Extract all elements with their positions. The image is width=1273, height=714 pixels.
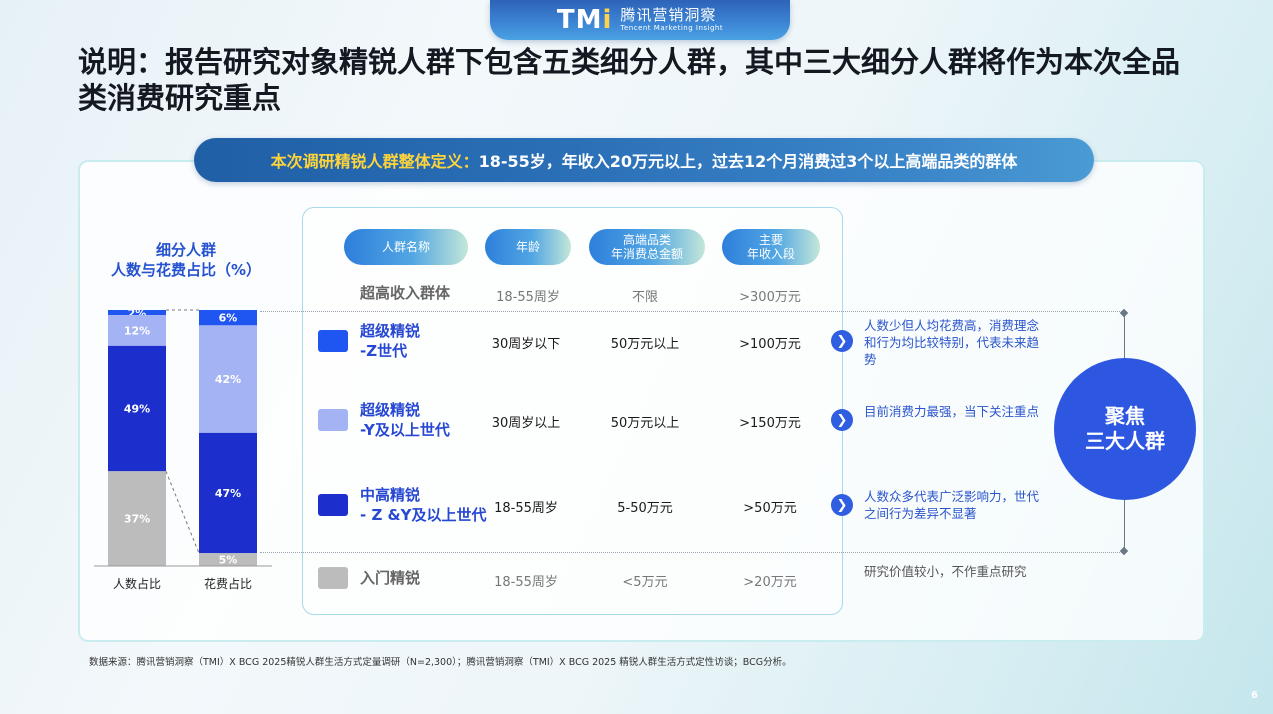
category-label: 花费占比 [204,576,252,591]
row-entry-age: 18-55周岁 [494,575,558,590]
bar-value-label: 37% [124,513,150,526]
bar-value-label: 49% [124,403,150,416]
chart-title: 细分人群 人数与花费占比（%） [110,241,262,279]
legend-swatch-mid-high [318,494,348,516]
brand-logo: TMi 腾讯营销洞察 Tencent Marketing Insight [490,0,790,40]
divider-top [260,311,1126,312]
connector-line [165,471,200,554]
focus-circle: 聚焦 三大人群 [1054,358,1196,500]
bar-value-label: 42% [215,373,241,386]
row-super-z-note: 人数少但人均花费高，消费理念和行为均比较特别，代表未来趋势 [864,318,1040,367]
bar-value-label: 47% [215,487,241,500]
definition-text: 18-55岁，年收入20万元以上，过去12个月消费过3个以上高端品类的群体 [478,152,1018,171]
row-entry-income: >20万元 [743,575,797,590]
brand-name-cn: 腾讯营销洞察 [620,6,717,24]
stacked-bar-chart: 2%12%49%37%人数占比6%42%47%5%花费占比 [94,307,272,591]
row-entry-name: 入门精锐 [360,569,421,587]
row-entry-spend: <5万元 [622,575,668,590]
row-top-income: >300万元 [739,290,801,305]
row-super-z-age: 30周岁以下 [491,337,561,352]
header-segment-name: 人群名称 [344,229,468,265]
definition-banner: 本次调研精锐人群整体定义： 18-55岁，年收入20万元以上，过去12个月消费过… [194,138,1094,182]
row-super-z-income: >100万元 [739,337,801,352]
header-age: 年龄 [485,229,571,265]
definition-label: 本次调研精锐人群整体定义： [270,152,479,171]
row-super-z-name: 超级精锐 -Z世代 [360,322,421,360]
data-source: 数据来源：腾讯营销洞察（TMI）X BCG 2025精锐人群生活方式定量调研（N… [89,657,792,668]
row-super-y-income: >150万元 [739,416,801,431]
row-mid-high-age: 18-55周岁 [494,501,558,516]
row-top-name: 超高收入群体 [360,284,451,302]
row-mid-high-name: 中高精锐 - Z &Y及以上世代 [360,486,487,524]
row-entry-note: 研究价值较小，不作重点研究 [864,564,1027,579]
legend-swatch-super-z [318,330,348,352]
row-top-age: 18-55周岁 [496,290,560,305]
row-super-y-name: 超级精锐 -Y及以上世代 [360,401,450,439]
row-top-spend: 不限 [631,290,658,305]
row-mid-high-income: >50万元 [743,501,797,516]
header-income: 主要 年收入段 [722,229,820,265]
page-title: 说明：报告研究对象精锐人群下包含五类细分人群，其中三大细分人群将作为本次全品类消… [78,45,1181,115]
header-annual-spend: 高端品类 年消费总金额 [589,229,705,265]
category-label: 人数占比 [113,576,161,591]
bar-value-label: 6% [219,312,238,325]
row-super-y-note: 目前消费力最强，当下关注重点 [864,404,1040,419]
chevron-right-icon: ❯ [831,409,853,431]
row-mid-high-note: 人数众多代表广泛影响力，世代之间行为差异不显著 [864,489,1040,521]
brand-mark: TMi [556,5,613,35]
legend-swatch-entry [318,567,348,589]
legend-swatch-super-y [318,409,348,431]
row-super-z-spend: 50万元以上 [610,337,680,352]
brand-name-en: Tencent Marketing Insight [620,24,724,32]
bar-value-label: 5% [219,554,238,567]
row-super-y-spend: 50万元以上 [610,416,680,431]
chevron-right-icon: ❯ [831,330,853,352]
row-mid-high-spend: 5-50万元 [617,501,673,516]
page-number: 6 [1251,690,1258,701]
chevron-right-icon: ❯ [831,494,853,516]
bar-value-label: 12% [124,324,150,337]
row-super-y-age: 30周岁以上 [491,416,561,431]
divider-bottom [260,552,1126,553]
